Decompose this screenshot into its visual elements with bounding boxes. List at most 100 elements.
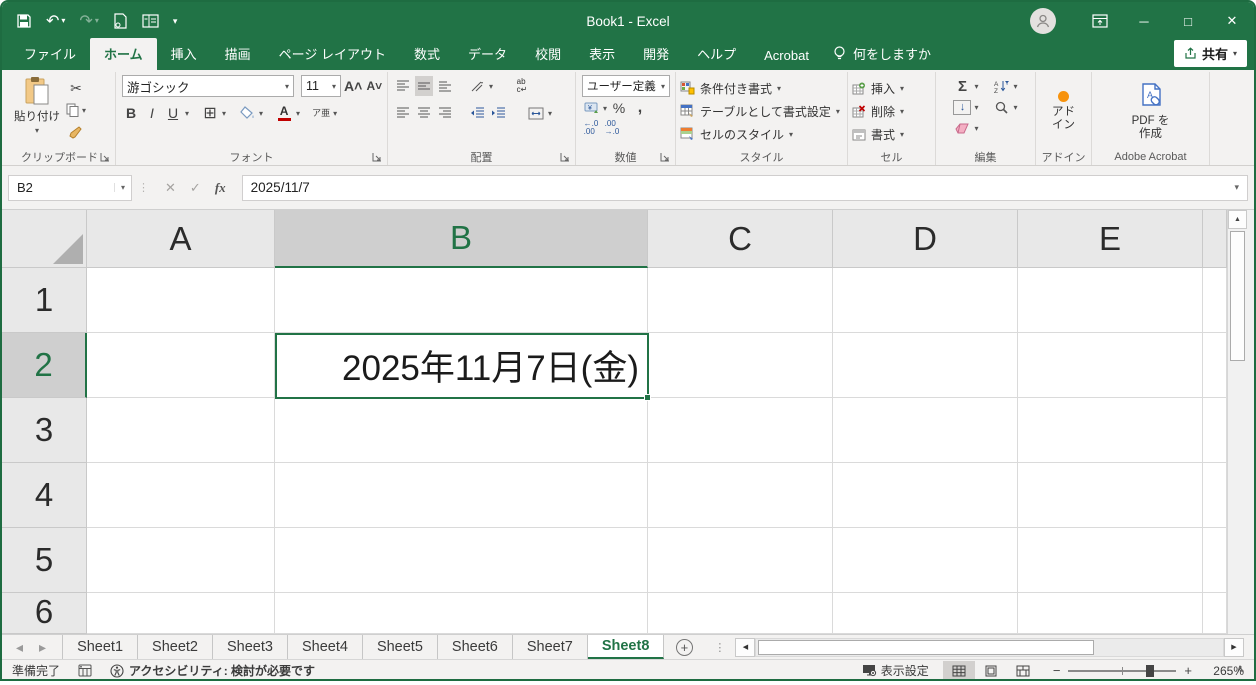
cell-c2[interactable] xyxy=(648,333,833,398)
fill-menu-chevron[interactable]: ▾ xyxy=(974,103,978,112)
cell-f3[interactable] xyxy=(1203,398,1227,463)
scroll-up-icon[interactable]: ▲ xyxy=(1228,210,1247,229)
scroll-left-icon[interactable]: ◀ xyxy=(735,638,755,657)
separator-dots[interactable]: ⋮ xyxy=(138,181,149,194)
decrease-decimal-icon[interactable]: .00 →.0 xyxy=(603,118,621,138)
row-header-4[interactable]: 4 xyxy=(2,463,87,528)
cell-a4[interactable] xyxy=(87,463,275,528)
tab-file[interactable]: ファイル xyxy=(10,38,90,70)
comma-style-icon[interactable]: , xyxy=(631,98,649,118)
orientation-menu-chevron[interactable]: ▾ xyxy=(489,82,493,91)
vertical-scrollbar[interactable]: ▲ xyxy=(1227,210,1247,634)
page-layout-view-icon[interactable] xyxy=(975,661,1007,681)
share-button[interactable]: 共有 ▾ xyxy=(1174,40,1247,67)
cell-d6[interactable] xyxy=(833,593,1018,634)
row-header-6[interactable]: 6 xyxy=(2,593,87,634)
phonetic-menu-chevron[interactable]: ▾ xyxy=(333,109,337,118)
align-middle-icon[interactable] xyxy=(415,76,433,96)
sheet-tab-1[interactable]: Sheet1 xyxy=(62,635,138,659)
sheet-next-icon[interactable]: ▸ xyxy=(39,639,46,656)
decrease-indent-icon[interactable] xyxy=(468,103,486,123)
normal-view-icon[interactable] xyxy=(943,661,975,681)
row-header-1[interactable]: 1 xyxy=(2,268,87,333)
horizontal-scrollbar[interactable]: ◀ ▶ xyxy=(735,637,1244,657)
cell-d5[interactable] xyxy=(833,528,1018,593)
save-icon[interactable] xyxy=(16,13,32,29)
sort-filter-menu-chevron[interactable]: ▾ xyxy=(1014,82,1018,91)
underline-button[interactable]: U xyxy=(164,103,182,123)
cell-styles-button[interactable]: セルのスタイル ▾ xyxy=(680,124,793,145)
borders-icon[interactable]: ⊞ xyxy=(201,103,219,123)
zoom-out-icon[interactable]: − xyxy=(1053,663,1061,678)
currency-format-icon[interactable]: ¥ xyxy=(582,98,600,118)
cell-c4[interactable] xyxy=(648,463,833,528)
form-view-icon[interactable] xyxy=(142,14,159,28)
borders-menu-chevron[interactable]: ▾ xyxy=(222,109,226,118)
delete-cells-button[interactable]: 削除 ▾ xyxy=(852,101,904,122)
cell-f5[interactable] xyxy=(1203,528,1227,593)
autosum-menu-chevron[interactable]: ▾ xyxy=(974,82,978,91)
zoom-in-icon[interactable]: + xyxy=(1184,663,1192,678)
sheet-prev-icon[interactable]: ◂ xyxy=(16,639,23,656)
cell-e4[interactable] xyxy=(1018,463,1203,528)
align-left-icon[interactable] xyxy=(394,103,412,123)
column-header-partial[interactable] xyxy=(1203,210,1227,268)
align-right-icon[interactable] xyxy=(436,103,454,123)
name-box-chevron[interactable]: ▾ xyxy=(114,183,131,192)
cell-b2-selected[interactable]: 2025年11月7日(金) xyxy=(275,333,648,398)
conditional-formatting-button[interactable]: 条件付き書式 ▾ xyxy=(680,78,781,99)
column-header-b[interactable]: B xyxy=(275,210,648,268)
scroll-right-icon[interactable]: ▶ xyxy=(1224,638,1244,657)
page-break-view-icon[interactable] xyxy=(1007,661,1039,681)
cell-a6[interactable] xyxy=(87,593,275,634)
tab-help[interactable]: ヘルプ xyxy=(683,38,750,70)
sheet-tab-2[interactable]: Sheet2 xyxy=(138,635,213,659)
format-as-table-button[interactable]: テーブルとして書式設定 ▾ xyxy=(680,101,840,122)
cell-d1[interactable] xyxy=(833,268,1018,333)
currency-menu-chevron[interactable]: ▾ xyxy=(603,104,607,113)
tab-insert[interactable]: 挿入 xyxy=(157,38,211,70)
align-bottom-icon[interactable] xyxy=(436,76,454,96)
undo-button[interactable]: ↶ ▾ xyxy=(46,11,65,31)
cell-f6[interactable] xyxy=(1203,593,1227,634)
increase-decimal-icon[interactable]: ←.0 .00 xyxy=(582,118,600,138)
row-header-5[interactable]: 5 xyxy=(2,528,87,593)
decrease-font-size-icon[interactable]: A˅ xyxy=(365,76,383,96)
row-header-3[interactable]: 3 xyxy=(2,398,87,463)
cell-d3[interactable] xyxy=(833,398,1018,463)
macro-record-icon[interactable] xyxy=(78,664,92,677)
cancel-entry-icon[interactable]: ✕ xyxy=(165,180,176,196)
number-format-combo[interactable]: ユーザー定義 ▾ xyxy=(582,75,670,97)
percent-style-icon[interactable]: % xyxy=(610,98,628,118)
column-header-c[interactable]: C xyxy=(648,210,833,268)
sheet-tab-8-active[interactable]: Sheet8 xyxy=(588,635,665,659)
clipboard-dialog-launcher-icon[interactable] xyxy=(100,152,110,162)
minimize-button[interactable]: ─ xyxy=(1122,2,1166,40)
align-top-icon[interactable] xyxy=(394,76,412,96)
italic-button[interactable]: I xyxy=(143,103,161,123)
horizontal-scroll-thumb[interactable] xyxy=(758,640,1094,655)
sheet-tab-3[interactable]: Sheet3 xyxy=(213,635,288,659)
clear-icon[interactable] xyxy=(953,118,971,138)
paste-menu-chevron[interactable]: ▾ xyxy=(35,126,39,135)
fill-color-icon[interactable] xyxy=(238,103,256,123)
sheet-tab-7[interactable]: Sheet7 xyxy=(513,635,588,659)
find-select-icon[interactable] xyxy=(993,97,1011,117)
email-preview-icon[interactable] xyxy=(113,13,128,29)
cell-d4[interactable] xyxy=(833,463,1018,528)
close-button[interactable]: ✕ xyxy=(1210,2,1254,40)
format-painter-icon[interactable] xyxy=(66,122,86,142)
number-dialog-launcher-icon[interactable] xyxy=(660,152,670,162)
fill-icon[interactable]: ↓ xyxy=(953,100,971,115)
row-header-2[interactable]: 2 xyxy=(2,333,87,398)
cell-a2[interactable] xyxy=(87,333,275,398)
cell-e2[interactable] xyxy=(1018,333,1203,398)
copy-icon[interactable]: ▾ xyxy=(66,100,86,120)
increase-font-size-icon[interactable]: A˄ xyxy=(344,76,362,96)
font-name-combo[interactable]: 游ゴシック ▾ xyxy=(122,75,294,97)
select-all-corner[interactable] xyxy=(2,210,87,268)
font-color-icon[interactable]: A xyxy=(275,103,293,123)
cell-c5[interactable] xyxy=(648,528,833,593)
tell-me-box[interactable]: 何をしますか xyxy=(823,38,941,70)
font-color-menu-chevron[interactable]: ▾ xyxy=(296,109,300,118)
